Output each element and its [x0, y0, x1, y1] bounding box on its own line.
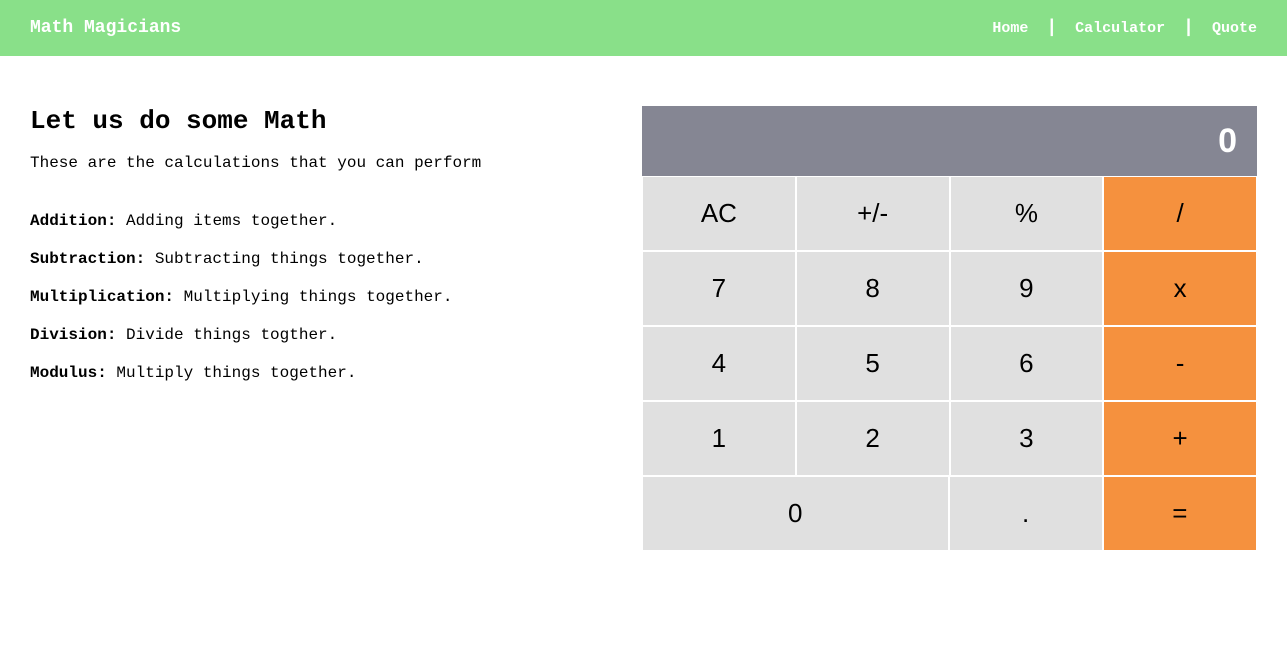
nav-separator: | — [1183, 18, 1194, 38]
operation-item: Multiplication: Multiplying things toget… — [30, 288, 602, 306]
calc-row: 4 5 6 - — [642, 326, 1257, 401]
nav-quote[interactable]: Quote — [1212, 20, 1257, 37]
seven-button[interactable]: 7 — [642, 251, 796, 326]
nav-home[interactable]: Home — [992, 20, 1028, 37]
operation-name: Subtraction: — [30, 250, 145, 268]
operation-desc: Multiply things together. — [107, 364, 357, 382]
ac-button[interactable]: AC — [642, 176, 796, 251]
nav-links: Home | Calculator | Quote — [992, 18, 1257, 38]
plus-button[interactable]: + — [1103, 401, 1257, 476]
calc-row: 1 2 3 + — [642, 401, 1257, 476]
operation-name: Modulus: — [30, 364, 107, 382]
operation-desc: Divide things togther. — [116, 326, 337, 344]
operation-name: Multiplication: — [30, 288, 174, 306]
nav-calculator[interactable]: Calculator — [1075, 20, 1165, 37]
minus-button[interactable]: - — [1103, 326, 1257, 401]
operation-name: Division: — [30, 326, 116, 344]
four-button[interactable]: 4 — [642, 326, 796, 401]
operations-list: Addition: Adding items together. Subtrac… — [30, 212, 602, 382]
six-button[interactable]: 6 — [950, 326, 1104, 401]
navbar: Math Magicians Home | Calculator | Quote — [0, 0, 1287, 56]
calculator-display: 0 — [642, 106, 1257, 176]
two-button[interactable]: 2 — [796, 401, 950, 476]
brand-title: Math Magicians — [30, 18, 181, 38]
calc-row: 0 . = — [642, 476, 1257, 551]
operation-desc: Multiplying things together. — [174, 288, 452, 306]
nine-button[interactable]: 9 — [950, 251, 1104, 326]
operation-item: Subtraction: Subtracting things together… — [30, 250, 602, 268]
five-button[interactable]: 5 — [796, 326, 950, 401]
multiply-button[interactable]: x — [1103, 251, 1257, 326]
content-section: Let us do some Math These are the calcul… — [30, 106, 602, 551]
zero-button[interactable]: 0 — [642, 476, 949, 551]
divide-button[interactable]: / — [1103, 176, 1257, 251]
plusminus-button[interactable]: +/- — [796, 176, 950, 251]
operation-desc: Subtracting things together. — [145, 250, 423, 268]
operation-name: Addition: — [30, 212, 116, 230]
page-title: Let us do some Math — [30, 106, 602, 136]
nav-separator: | — [1046, 18, 1057, 38]
one-button[interactable]: 1 — [642, 401, 796, 476]
calc-row: AC +/- % / — [642, 176, 1257, 251]
operation-item: Division: Divide things togther. — [30, 326, 602, 344]
equals-button[interactable]: = — [1103, 476, 1257, 551]
main-container: Let us do some Math These are the calcul… — [0, 56, 1287, 601]
operation-item: Addition: Adding items together. — [30, 212, 602, 230]
calculator: 0 AC +/- % / 7 8 9 x 4 5 6 - 1 2 3 + 0 . — [642, 106, 1257, 551]
calc-row: 7 8 9 x — [642, 251, 1257, 326]
page-subtitle: These are the calculations that you can … — [30, 154, 602, 172]
dot-button[interactable]: . — [949, 476, 1103, 551]
operation-desc: Adding items together. — [116, 212, 337, 230]
operation-item: Modulus: Multiply things together. — [30, 364, 602, 382]
three-button[interactable]: 3 — [950, 401, 1104, 476]
eight-button[interactable]: 8 — [796, 251, 950, 326]
percent-button[interactable]: % — [950, 176, 1104, 251]
